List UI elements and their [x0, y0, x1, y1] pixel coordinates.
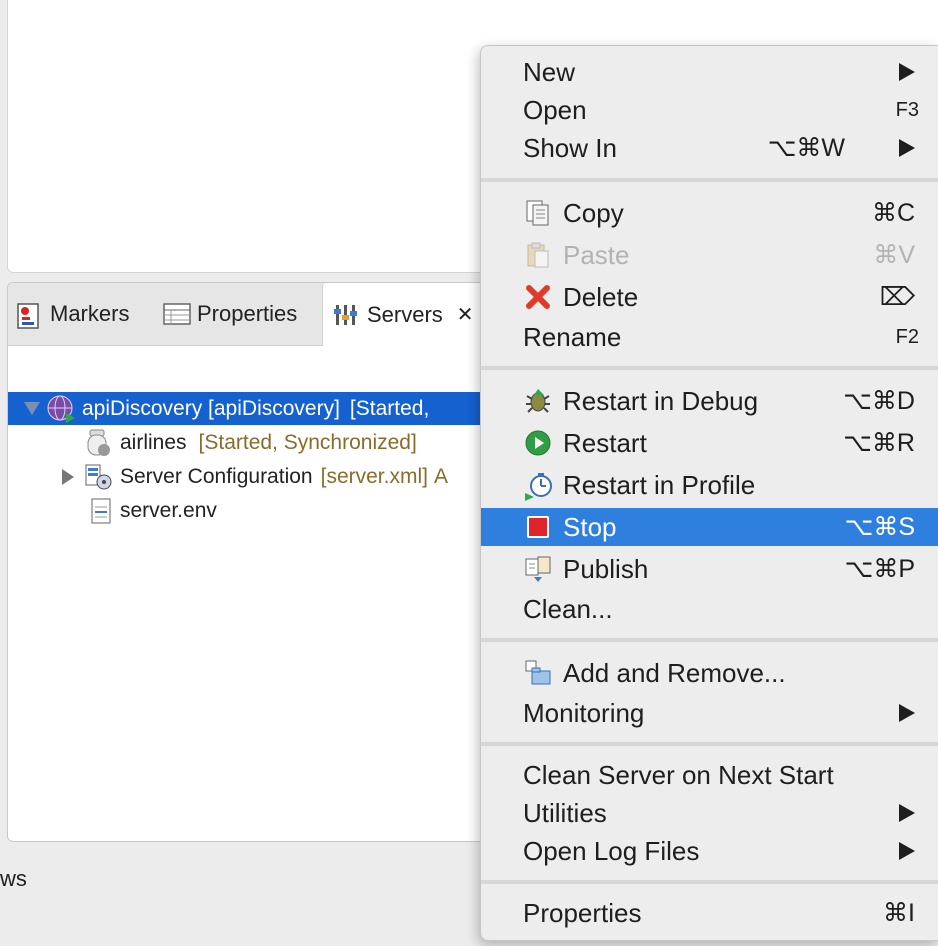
- menu-separator: [481, 638, 938, 642]
- menu-item-properties-label: Properties: [523, 897, 642, 928]
- publish-icon: [524, 555, 552, 583]
- menu-item-restart-in-profile-label: Restart in Profile: [563, 469, 756, 500]
- menu-item-open-log-files-label: Open Log Files: [523, 835, 700, 866]
- server-globe-icon: [46, 395, 76, 423]
- menu-item-restart-in-debug-shortcut: ⌥⌘D: [843, 387, 915, 415]
- profile-icon: [524, 471, 552, 501]
- menu-item-monitoring[interactable]: Monitoring: [481, 694, 938, 732]
- menu-item-show-in-label: Show In: [523, 132, 617, 163]
- menu-item-publish-shortcut: ⌥⌘P: [844, 555, 915, 583]
- close-icon[interactable]: ✕: [457, 302, 474, 327]
- menu-item-paste-shortcut: ⌘V: [873, 241, 915, 269]
- menu-item-show-in-shortcut: ⌥⌘W: [767, 134, 845, 162]
- properties-icon: [163, 302, 191, 326]
- submenu-arrow-icon: [899, 139, 915, 157]
- menu-item-add-and-remove[interactable]: Add and Remove...: [481, 654, 938, 692]
- status-text: ws: [0, 866, 27, 891]
- menu-separator: [481, 880, 938, 884]
- menu-item-monitoring-label: Monitoring: [523, 697, 645, 728]
- submenu-arrow-icon: [899, 704, 915, 722]
- tab-servers[interactable]: Servers ✕: [322, 283, 506, 346]
- menu-item-rename-label: Rename: [523, 321, 622, 352]
- expand-right-icon[interactable]: [62, 468, 74, 485]
- menu-item-utilities[interactable]: Utilities: [481, 794, 938, 832]
- menu-item-paste[interactable]: Paste ⌘V: [481, 236, 938, 274]
- tab-properties[interactable]: Properties: [163, 283, 297, 345]
- menu-item-open-log-files[interactable]: Open Log Files: [481, 832, 938, 870]
- menu-item-utilities-label: Utilities: [523, 797, 607, 828]
- menu-item-properties-shortcut: ⌘I: [883, 899, 915, 927]
- paste-icon: [524, 241, 552, 269]
- menu-item-delete[interactable]: Delete ⌦: [481, 278, 938, 316]
- airlines-label: airlines: [120, 430, 187, 454]
- menu-item-delete-label: Delete: [563, 281, 639, 312]
- menu-item-clean[interactable]: Clean...: [481, 590, 938, 628]
- menu-item-open[interactable]: Open F3: [481, 91, 938, 129]
- menu-item-open-shortcut: F3: [895, 98, 919, 121]
- menu-item-new[interactable]: New: [481, 53, 938, 91]
- menu-item-copy-label: Copy: [563, 197, 624, 228]
- menu-item-paste-label: Paste: [563, 239, 630, 270]
- menu-item-clean-label: Clean...: [523, 593, 613, 624]
- tab-markers-label: Markers: [50, 301, 130, 326]
- menu-item-stop[interactable]: Stop ⌥⌘S: [481, 508, 938, 546]
- restart-icon: [524, 429, 552, 457]
- airlines-decoration: [Started, Synchronized]: [198, 430, 417, 454]
- menu-item-new-label: New: [523, 56, 576, 87]
- tree-row-server-configuration[interactable]: Server Configuration [server.xml] A: [62, 460, 448, 493]
- tab-markers[interactable]: Markers: [16, 283, 129, 345]
- menu-item-rename-shortcut: F2: [895, 325, 919, 348]
- tab-properties-label: Properties: [197, 301, 298, 326]
- server-status: [Started,: [349, 396, 430, 420]
- menu-item-restart-shortcut: ⌥⌘R: [843, 429, 915, 457]
- server-configuration-decoration: [server.xml]: [320, 464, 428, 488]
- context-menu: New Open F3 Show In ⌥⌘W Copy ⌘C Paste ⌘V…: [480, 45, 938, 941]
- menu-separator: [481, 366, 938, 370]
- server-configuration-trail: A: [433, 464, 448, 488]
- tab-servers-label: Servers: [367, 301, 443, 327]
- submenu-arrow-icon: [899, 804, 915, 822]
- stop-icon: [524, 513, 552, 541]
- copy-icon: [524, 199, 552, 227]
- tree-row-server-env[interactable]: server.env: [90, 494, 217, 527]
- tree-row-airlines[interactable]: airlines [Started, Synchronized]: [84, 426, 417, 459]
- menu-separator: [481, 742, 938, 746]
- add-remove-icon: [524, 659, 552, 687]
- menu-item-restart-in-debug[interactable]: Restart in Debug ⌥⌘D: [481, 382, 938, 420]
- server-label: apiDiscovery [apiDiscovery]: [82, 396, 340, 420]
- file-icon: [90, 497, 114, 525]
- menu-item-stop-shortcut: ⌥⌘S: [844, 513, 915, 541]
- expand-down-icon[interactable]: [24, 402, 40, 415]
- menu-item-restart-label: Restart: [563, 427, 647, 458]
- servers-icon: [333, 303, 357, 327]
- menu-item-restart[interactable]: Restart ⌥⌘R: [481, 424, 938, 462]
- delete-icon: [524, 283, 552, 311]
- submenu-arrow-icon: [899, 842, 915, 860]
- menu-item-copy[interactable]: Copy ⌘C: [481, 194, 938, 232]
- menu-item-add-and-remove-label: Add and Remove...: [563, 657, 786, 688]
- menu-item-restart-in-debug-label: Restart in Debug: [563, 385, 759, 416]
- menu-item-clean-server-label: Clean Server on Next Start: [523, 759, 834, 790]
- menu-item-delete-shortcut: ⌦: [879, 283, 915, 311]
- server-configuration-label: Server Configuration: [120, 464, 313, 488]
- debug-icon: [524, 387, 552, 415]
- menu-item-stop-label: Stop: [563, 511, 617, 542]
- menu-item-properties[interactable]: Properties ⌘I: [481, 894, 938, 932]
- menu-item-publish[interactable]: Publish ⌥⌘P: [481, 550, 938, 588]
- menu-item-rename[interactable]: Rename F2: [481, 318, 938, 356]
- menu-item-restart-in-profile[interactable]: Restart in Profile: [481, 466, 938, 504]
- menu-item-copy-shortcut: ⌘C: [871, 199, 915, 227]
- menu-item-publish-label: Publish: [563, 553, 649, 584]
- server-env-label: server.env: [120, 498, 217, 522]
- application-icon: [84, 428, 114, 458]
- menu-item-show-in[interactable]: Show In ⌥⌘W: [481, 129, 938, 167]
- menu-item-open-label: Open: [523, 94, 587, 125]
- tree-row-server[interactable]: apiDiscovery [apiDiscovery] [Started,: [8, 392, 504, 425]
- menu-item-clean-server-on-next-start[interactable]: Clean Server on Next Start: [481, 756, 938, 794]
- menu-separator: [481, 178, 938, 182]
- server-configuration-icon: [84, 463, 114, 491]
- submenu-arrow-icon: [899, 63, 915, 81]
- markers-icon: [16, 302, 40, 329]
